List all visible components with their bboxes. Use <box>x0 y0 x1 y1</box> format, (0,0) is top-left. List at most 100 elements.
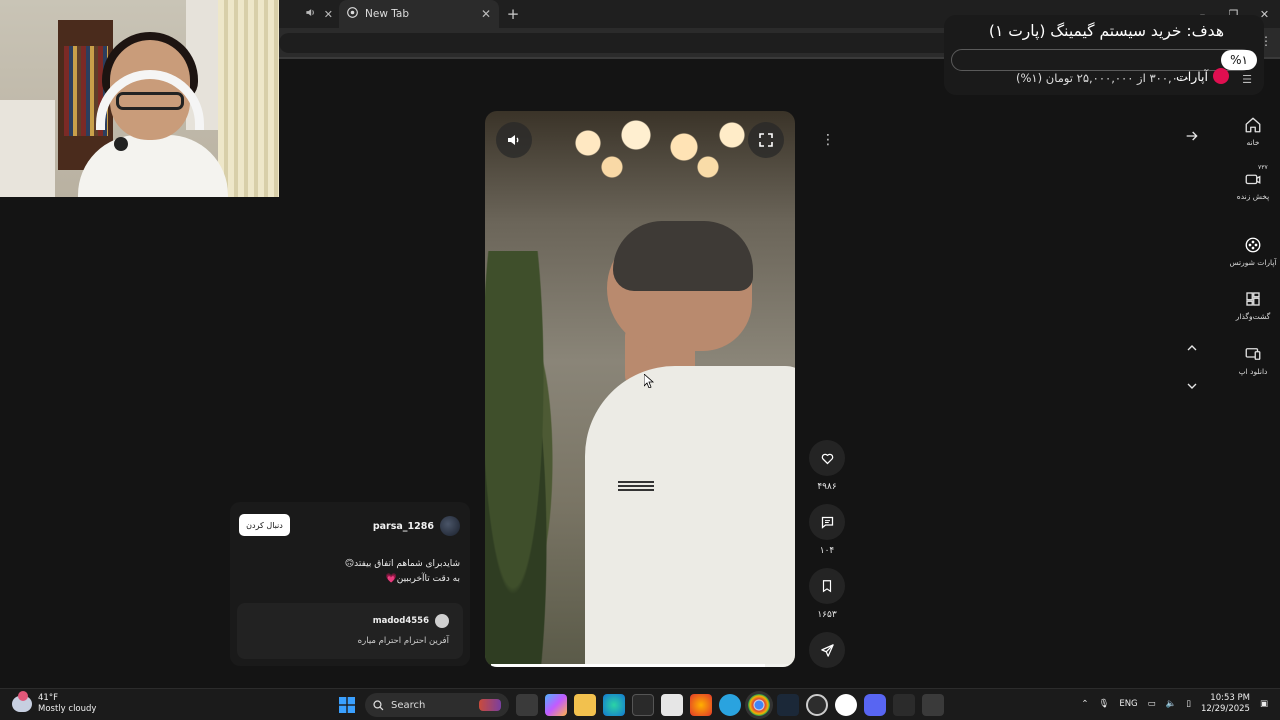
aparat-logo-icon <box>1213 68 1229 84</box>
caption-line-1: شایدبرای شماهم اتفاق بیفتد🙃 <box>344 559 460 569</box>
language-indicator[interactable]: ENG <box>1119 699 1137 709</box>
live-icon <box>1245 174 1261 185</box>
sidebar: خانه ۷۳۷ پخش زنده آپارات شورتس گشت‌وگذار… <box>1226 98 1280 688</box>
tab-new-tab[interactable]: New Tab ✕ <box>339 0 499 28</box>
sidebar-item-explore[interactable]: گشت‌وگذار <box>1226 290 1280 321</box>
channel-name[interactable]: parsa_1286 <box>373 521 434 532</box>
sidebar-item-label: آپارات شورتس <box>1229 258 1277 267</box>
system-tray: ⌃ 🎙 ENG ▭ 🔈 ▯ 10:53 PM 12/29/2025 ▣ <box>1081 693 1268 715</box>
donation-goal-overlay: هدف: خرید سیستم گیمینگ (پارت ۱) %۱ ۳۰۰,۰… <box>944 15 1264 95</box>
chrome-icon[interactable] <box>748 694 770 716</box>
more-options-icon[interactable]: ⋮ <box>818 130 838 150</box>
comment-username: madod4556 <box>372 616 429 626</box>
cloud-icon <box>12 691 32 712</box>
volume-icon[interactable]: 🔈 <box>1166 699 1177 709</box>
comment-action[interactable]: ۱۰۴ <box>808 504 846 556</box>
close-tab-icon[interactable]: ✕ <box>324 8 333 21</box>
clock-date: 12/29/2025 <box>1200 704 1250 714</box>
send-icon <box>820 643 834 657</box>
volume-icon <box>508 135 519 145</box>
settings-icon[interactable] <box>922 694 944 716</box>
comment-button[interactable] <box>809 504 845 540</box>
copilot-icon[interactable] <box>545 694 567 716</box>
streamer-body <box>78 135 228 197</box>
channel-avatar[interactable] <box>440 516 460 536</box>
firefox-icon[interactable] <box>690 694 712 716</box>
telegram-icon[interactable] <box>719 694 741 716</box>
clock-time: 10:53 PM <box>1210 693 1250 703</box>
previous-tab[interactable]: ✕ <box>279 0 339 28</box>
comment-author: madod4556 <box>373 614 449 628</box>
sidebar-item-home[interactable]: خانه <box>1226 116 1280 147</box>
task-view-icon[interactable] <box>516 694 538 716</box>
windows-start-icon[interactable] <box>336 694 358 716</box>
taskbar-search[interactable]: Search <box>365 693 509 717</box>
save-action[interactable]: ۱۶۵۳ <box>808 568 846 620</box>
battery-icon[interactable]: ▯ <box>1186 699 1191 709</box>
pen-tool-icon[interactable] <box>893 694 915 716</box>
tab-title: New Tab <box>365 8 410 20</box>
top-comment[interactable]: madod4556 آفرین احترام احترام میاره <box>237 603 463 659</box>
video-progress-bar[interactable] <box>491 664 789 667</box>
weather-text: 41°F Mostly cloudy <box>38 693 96 715</box>
comment-text: آفرین احترام احترام میاره <box>357 636 449 646</box>
close-tab-icon[interactable]: ✕ <box>481 7 491 21</box>
sidebar-item-live[interactable]: ۷۳۷ پخش زنده <box>1226 164 1280 201</box>
like-action[interactable]: ۴۹۸۶ <box>808 440 846 492</box>
sidebar-item-shorts[interactable]: آپارات شورتس <box>1226 236 1280 267</box>
sidebar-item-label: خانه <box>1246 138 1260 147</box>
like-button[interactable] <box>809 440 845 476</box>
clock[interactable]: 10:53 PM 12/29/2025 <box>1201 693 1250 715</box>
chevron-down-icon <box>1187 383 1197 389</box>
screen: ✕ New Tab ✕ + – ❐ ✕ ⋮ هدف: خرید سیستم گی… <box>0 0 1280 720</box>
obs-icon[interactable] <box>806 694 828 716</box>
bookmark-button[interactable] <box>809 568 845 604</box>
home-icon <box>1245 117 1261 133</box>
edge-icon[interactable] <box>603 694 625 716</box>
taskbar: 41°F Mostly cloudy Search ⌃ 🎙 ENG ▭ 🔈 ▯ … <box>0 688 1280 720</box>
speaker-icon[interactable] <box>305 7 316 21</box>
follow-button[interactable]: دنبال کردن <box>239 514 290 536</box>
discord-icon[interactable] <box>864 694 886 716</box>
microphone <box>114 137 128 151</box>
chrome-icon <box>347 7 358 21</box>
webcam-bed <box>0 100 55 197</box>
notification-icon[interactable]: ▣ <box>1260 699 1268 709</box>
chevron-up-icon[interactable]: ⌃ <box>1081 699 1088 709</box>
sidebar-item-download-app[interactable]: دانلود اپ <box>1226 345 1280 376</box>
search-icon <box>373 699 384 710</box>
steam-icon[interactable] <box>777 694 799 716</box>
mic-icon[interactable]: 🎙 <box>1099 699 1110 709</box>
video-progress-fill <box>491 664 766 667</box>
weather-widget[interactable]: 41°F Mostly cloudy <box>12 691 96 715</box>
chevron-up-icon <box>1187 345 1197 351</box>
weather-condition: Mostly cloudy <box>38 704 97 714</box>
sidebar-item-label: گشت‌وگذار <box>1235 312 1271 321</box>
goal-percent-badge: %۱ <box>1221 50 1257 70</box>
mute-button[interactable] <box>496 122 532 158</box>
sidebar-item-label: دانلود اپ <box>1238 367 1268 376</box>
store-icon[interactable] <box>661 694 683 716</box>
aparat-logo[interactable]: آپارات <box>1176 68 1229 84</box>
goal-title: هدف: خرید سیستم گیمینگ (پارت ۱) <box>988 22 1224 40</box>
streamer <box>78 32 228 197</box>
short-video-player[interactable] <box>485 111 795 667</box>
like-count: ۴۹۸۶ <box>817 482 837 492</box>
hamburger-menu-icon[interactable]: ☰ <box>1242 73 1252 86</box>
fullscreen-button[interactable] <box>748 122 784 158</box>
new-tab-button[interactable]: + <box>499 5 527 23</box>
next-video-button[interactable] <box>1178 372 1206 400</box>
channel-row[interactable]: parsa_1286 <box>373 516 460 536</box>
video-chandelier <box>540 111 780 191</box>
previous-video-button[interactable] <box>1178 334 1206 362</box>
network-icon[interactable]: ▭ <box>1148 699 1156 709</box>
app-circle-icon[interactable] <box>835 694 857 716</box>
back-arrow-button[interactable] <box>1178 122 1206 150</box>
glasses <box>116 92 184 110</box>
comment-count: ۱۰۴ <box>819 546 835 556</box>
share-action[interactable] <box>808 632 846 668</box>
file-explorer-icon[interactable] <box>574 694 596 716</box>
share-button[interactable] <box>809 632 845 668</box>
video-plant <box>485 251 555 667</box>
app-icon[interactable] <box>632 694 654 716</box>
